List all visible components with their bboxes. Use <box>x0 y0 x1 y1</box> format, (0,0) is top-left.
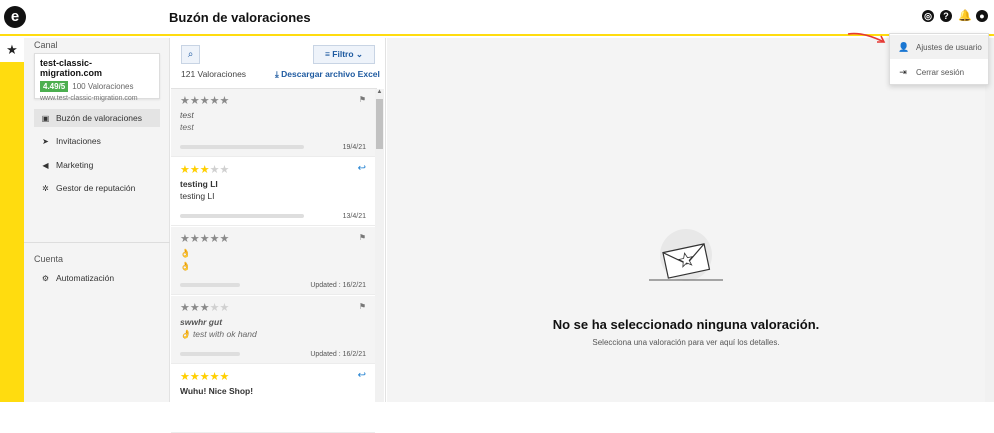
star-rating: ★★★★★ <box>180 95 230 107</box>
menu-item-label: Ajustes de usuario <box>916 42 982 52</box>
reviewer-email-blurred <box>180 214 304 218</box>
channel-section-label: Canal <box>34 40 58 50</box>
channel-review-count: 100 Valoraciones <box>72 82 134 91</box>
review-body: 👌 <box>180 261 191 271</box>
sparkle-icon: ✲ <box>42 183 49 193</box>
sidebar-item-reputation[interactable]: ✲ Gestor de reputación <box>34 179 160 197</box>
sidebar-item-label: Marketing <box>56 160 94 170</box>
megaphone-icon: ◀ <box>42 160 49 170</box>
review-title: 👌 <box>180 248 191 258</box>
channel-url: www.test-classic-migration.com <box>40 95 138 102</box>
search-icon: ⌕ <box>187 49 194 60</box>
sidebar-item-label: Buzón de valoraciones <box>56 113 143 123</box>
sidebar-item-label: Invitaciones <box>56 136 101 146</box>
review-list-scrollbar[interactable]: ▲ <box>375 89 384 402</box>
review-item[interactable]: ★★★★★ swwhr gut 👌 test with ok hand ⚑ Up… <box>171 296 375 364</box>
empty-state-subtitle: Selecciona una valoración para ver aquí … <box>592 338 780 347</box>
red-arrow-annotation <box>847 32 886 43</box>
review-date: 13/4/21 <box>342 213 366 220</box>
scrollbar-thumb[interactable] <box>376 99 383 149</box>
review-title: testing LI <box>180 179 218 189</box>
review-count: 121 Valoraciones <box>181 69 247 79</box>
review-list-panel: ⌕ ≡ Filtro ⌄ 121 Valoraciones ⤓ Descarga… <box>171 38 386 433</box>
review-body: test <box>180 122 194 132</box>
filter-button[interactable]: ≡ Filtro ⌄ <box>313 45 375 64</box>
star-rating: ★★★★★ <box>180 371 230 383</box>
reviewer-email-blurred <box>180 283 240 287</box>
flag-icon[interactable]: ⚑ <box>359 95 366 104</box>
robot-icon: ⚙ <box>41 273 50 283</box>
sidebar-item-invitations[interactable]: ➤ Invitaciones <box>34 132 160 150</box>
inbox-icon: ▣ <box>41 113 50 123</box>
sidebar-item-inbox[interactable]: ▣ Buzón de valoraciones <box>34 109 160 127</box>
download-icon: ⤓ <box>275 69 279 79</box>
empty-state-title: No se ha seleccionado ninguna valoración… <box>552 317 820 332</box>
menu-item-logout[interactable]: ⇥ Cerrar sesión <box>890 60 988 84</box>
review-date: Updated : 16/2/21 <box>310 282 366 289</box>
review-detail-panel: No se ha seleccionado ninguna valoración… <box>387 38 985 402</box>
bell-icon[interactable]: 🔔 <box>958 10 972 22</box>
review-item[interactable]: ★★★★★ Wuhu! Nice Shop! ↩ <box>171 365 375 433</box>
menu-item-label: Cerrar sesión <box>916 67 965 77</box>
sidebar-divider <box>24 242 170 243</box>
filter-label: Filtro <box>332 49 354 59</box>
page-scrollbar[interactable] <box>985 38 994 402</box>
sidebar-item-automation[interactable]: ⚙ Automatización <box>34 269 160 287</box>
question-icon[interactable]: ? <box>940 10 952 22</box>
review-title: test <box>180 110 194 120</box>
sidebar-item-marketing[interactable]: ◀ Marketing <box>34 156 160 174</box>
review-date: Updated : 16/2/21 <box>310 351 366 358</box>
channel-score-badge: 4.49/5 <box>40 81 69 92</box>
logout-icon: ⇥ <box>899 66 907 77</box>
review-title: swwhr gut <box>180 317 223 327</box>
review-item[interactable]: ★★★★★ 👌 👌 ⚑ Updated : 16/2/21 <box>171 227 375 295</box>
review-title: Wuhu! Nice Shop! <box>180 386 254 396</box>
star-rating: ★★★★★ <box>180 233 230 245</box>
sidebar: Canal test-classic-migration.com 4.49/5 … <box>24 38 170 402</box>
flag-icon[interactable]: ⚑ <box>359 233 366 242</box>
sidebar-item-label: Automatización <box>56 273 115 283</box>
help-circle-icon[interactable]: ◎ <box>922 10 934 22</box>
search-button[interactable]: ⌕ <box>181 45 200 64</box>
reviewer-email-blurred <box>180 145 304 149</box>
review-body: testing LI <box>180 191 215 201</box>
scroll-up-arrow[interactable]: ▲ <box>375 89 384 95</box>
account-section-label: Cuenta <box>34 254 64 264</box>
review-item[interactable]: ★★★★★ test test ⚑ 19/4/21 <box>171 89 375 157</box>
reply-icon[interactable]: ↩ <box>358 370 366 381</box>
filter-icon: ≡ <box>324 49 330 59</box>
favorites-star-icon[interactable]: ★ <box>0 38 24 62</box>
flag-icon[interactable]: ⚑ <box>359 302 366 311</box>
user-icon: 👤 <box>898 41 910 52</box>
chevron-down-icon: ⌄ <box>355 49 364 59</box>
download-excel-label: Descargar archivo Excel <box>281 69 380 79</box>
left-rail <box>0 38 24 402</box>
top-bar: e Buzón de valoraciones ◎ ? 🔔 ● <box>0 0 994 36</box>
send-icon: ➤ <box>42 136 49 146</box>
menu-item-user-settings[interactable]: 👤 Ajustes de usuario <box>890 35 988 59</box>
star-rating: ★★★★★ <box>180 164 230 176</box>
reply-icon[interactable]: ↩ <box>358 163 366 174</box>
top-icons: ◎ ? 🔔 ● <box>922 10 988 22</box>
sidebar-item-label: Gestor de reputación <box>56 183 136 193</box>
reviewer-email-blurred <box>180 352 240 356</box>
empty-envelope-illustration <box>649 229 723 281</box>
channel-name: test-classic-migration.com <box>40 58 103 78</box>
review-item[interactable]: ★★★★★ testing LI testing LI ↩ 13/4/21 <box>171 158 375 226</box>
channel-card[interactable]: test-classic-migration.com 4.49/5 100 Va… <box>34 53 160 102</box>
review-body: 👌 test with ok hand <box>180 329 257 339</box>
download-excel-link[interactable]: ⤓ Descargar archivo Excel <box>275 69 380 80</box>
user-dropdown-menu: 👤 Ajustes de usuario ⇥ Cerrar sesión <box>889 33 989 85</box>
page-title: Buzón de valoraciones <box>169 10 311 25</box>
app-logo[interactable]: e <box>4 6 26 28</box>
user-icon[interactable]: ● <box>976 10 988 22</box>
review-date: 19/4/21 <box>342 144 366 151</box>
star-rating: ★★★★★ <box>180 302 230 314</box>
